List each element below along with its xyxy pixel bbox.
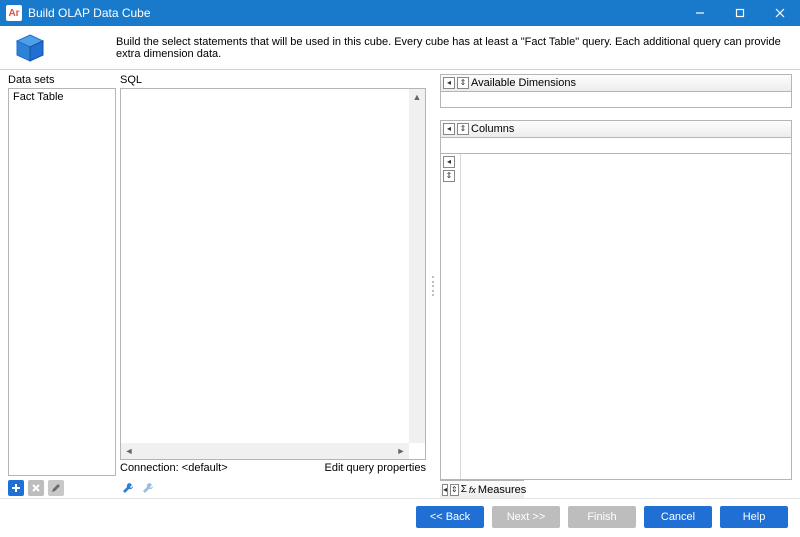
window-controls [680, 0, 800, 26]
add-dataset-button[interactable] [8, 480, 24, 496]
edit-query-properties-link[interactable]: Edit query properties [325, 462, 427, 474]
wand-icon [141, 481, 155, 495]
connection-value: <default> [182, 462, 228, 474]
datasets-column: Data sets Fact Table [8, 74, 116, 498]
help-button[interactable]: Help [720, 506, 788, 528]
maximize-button[interactable] [720, 0, 760, 26]
close-button[interactable] [760, 0, 800, 26]
measures-expand-left-button[interactable]: ◂ [442, 484, 448, 496]
next-button: Next >> [492, 506, 560, 528]
sql-textarea[interactable] [121, 89, 409, 443]
available-dimensions-header: ◂ ⇕ Available Dimensions [440, 74, 792, 92]
cube-icon [14, 32, 46, 64]
expand-left-button[interactable]: ◂ [443, 77, 455, 89]
connection-label: Connection: [120, 462, 179, 474]
main-content: Data sets Fact Table SQL ▲ ◄ ► [0, 70, 800, 498]
window-title: Build OLAP Data Cube [28, 6, 680, 20]
columns-header: ◂ ⇕ Columns [440, 120, 792, 138]
sql-footer: Connection: <default> Edit query propert… [120, 460, 426, 476]
delete-icon [31, 483, 41, 493]
sql-tools [120, 478, 426, 498]
list-item[interactable]: Fact Table [9, 89, 115, 105]
delete-dataset-button[interactable] [28, 480, 44, 496]
wizard-footer: << Back Next >> Finish Cancel Help [0, 498, 800, 534]
strip-expand-left-button[interactable]: ◂ [443, 156, 455, 168]
available-dimensions-body[interactable] [440, 92, 792, 108]
available-dimensions-label: Available Dimensions [471, 77, 576, 89]
app-icon: Ar [6, 5, 22, 21]
wizard-description: Build the select statements that will be… [116, 36, 790, 60]
scroll-right-icon: ► [393, 443, 409, 459]
cancel-button[interactable]: Cancel [644, 506, 712, 528]
sql-tool-1[interactable] [120, 480, 136, 496]
plus-icon [11, 483, 21, 493]
columns-label: Columns [471, 123, 514, 135]
columns-expand-vert-button[interactable]: ⇕ [457, 123, 469, 135]
measures-header: ◂ ⇕ Σ fx Measures [440, 480, 524, 498]
wizard-header: Build the select statements that will be… [0, 26, 800, 70]
columns-expand-left-button[interactable]: ◂ [443, 123, 455, 135]
back-button[interactable]: << Back [416, 506, 484, 528]
sql-label: SQL [120, 74, 426, 86]
right-column: ◂ ⇕ Available Dimensions ◂ ⇕ Columns ◂ ⇕… [440, 74, 792, 498]
sql-vertical-scrollbar[interactable]: ▲ [409, 89, 425, 443]
datasets-list[interactable]: Fact Table [8, 88, 116, 476]
sql-horizontal-scrollbar[interactable]: ◄ ► [121, 443, 409, 459]
titlebar: Ar Build OLAP Data Cube [0, 0, 800, 26]
measures-expand-vert-button[interactable]: ⇕ [450, 484, 459, 496]
scroll-left-icon: ◄ [121, 443, 137, 459]
datasets-toolbar [8, 478, 116, 498]
close-icon [775, 8, 785, 18]
pencil-icon [51, 483, 61, 493]
vertical-splitter[interactable] [430, 74, 436, 498]
lower-main-area[interactable] [461, 154, 791, 479]
expand-vert-button[interactable]: ⇕ [457, 77, 469, 89]
minimize-button[interactable] [680, 0, 720, 26]
lower-right-panel: ◂ ⇕ [440, 154, 792, 480]
wrench-icon [121, 481, 135, 495]
fx-icon: fx [469, 485, 476, 495]
columns-body[interactable] [440, 138, 792, 154]
finish-button: Finish [568, 506, 636, 528]
edit-dataset-button[interactable] [48, 480, 64, 496]
sql-tool-2[interactable] [140, 480, 156, 496]
maximize-icon [735, 8, 745, 18]
sql-editor: ▲ ◄ ► [120, 88, 426, 460]
sql-column: SQL ▲ ◄ ► Connection: <default> Edit que… [120, 74, 426, 498]
lower-strip: ◂ ⇕ [441, 154, 461, 479]
connection-info: Connection: <default> [120, 462, 228, 474]
minimize-icon [695, 8, 705, 18]
datasets-label: Data sets [8, 74, 116, 86]
sigma-icon: Σ [461, 484, 467, 495]
strip-expand-vert-button[interactable]: ⇕ [443, 170, 455, 182]
splitter-grip-icon [432, 276, 435, 296]
scroll-up-icon: ▲ [409, 89, 425, 105]
measures-label: Measures [478, 484, 526, 496]
